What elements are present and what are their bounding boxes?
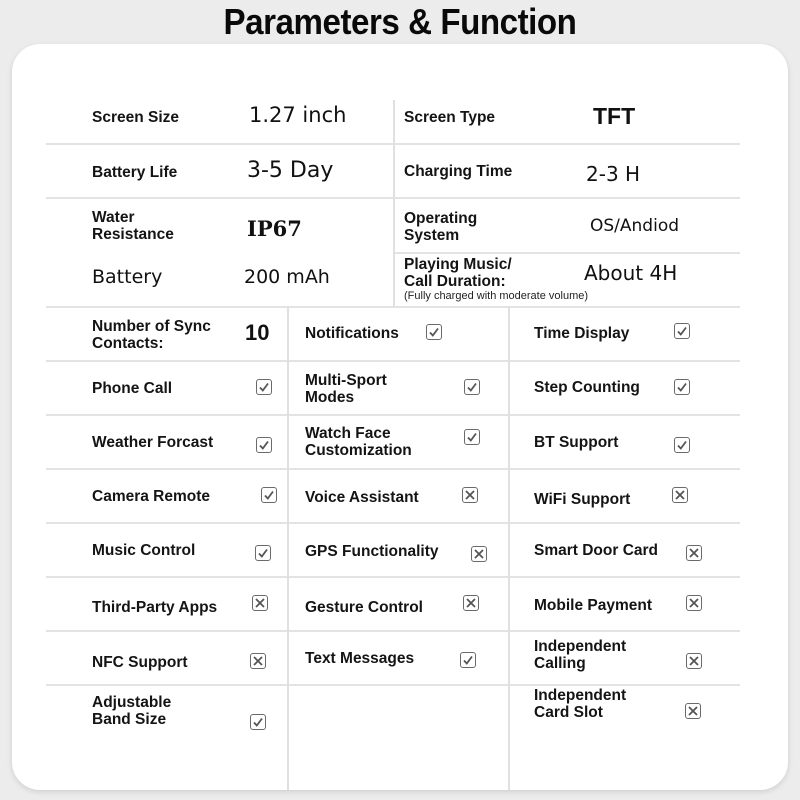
checkbox-checked-icon xyxy=(460,652,476,668)
row-divider xyxy=(46,522,740,524)
sync-contacts-label: Number of Sync Contacts: xyxy=(92,318,211,352)
checkbox-crossed-icon xyxy=(672,487,688,503)
checkbox-checked-icon xyxy=(464,379,480,395)
checkbox-crossed-icon xyxy=(686,545,702,561)
label-line: Calling xyxy=(534,655,586,672)
param-value-water-resistance: IP67 xyxy=(247,216,302,241)
column-divider xyxy=(287,306,289,790)
label-line: Independent xyxy=(534,687,627,704)
row-divider xyxy=(46,414,740,416)
label-line: Resistance xyxy=(92,226,174,243)
param-value-screen-type: TFT xyxy=(593,103,636,129)
checkbox-checked-icon xyxy=(256,437,272,453)
column-divider xyxy=(393,100,395,306)
checkbox-crossed-icon xyxy=(685,703,701,719)
row-divider xyxy=(46,468,740,470)
row-divider xyxy=(46,684,740,686)
label-line: Card Slot xyxy=(534,704,603,721)
param-label-operating-system: Operating System xyxy=(404,210,477,244)
feature-label: Notifications xyxy=(305,325,399,342)
feature-label: Phone Call xyxy=(92,380,173,397)
feature-label: Gesture Control xyxy=(305,599,423,616)
feature-label: Watch Face Customization xyxy=(305,425,412,459)
param-value-charging-time: 2-3 H xyxy=(586,162,641,186)
checkbox-checked-icon xyxy=(674,379,690,395)
param-label-battery: Battery xyxy=(92,266,163,288)
checkbox-checked-icon xyxy=(256,379,272,395)
feature-label: Third-Party Apps xyxy=(92,599,218,616)
row-divider xyxy=(46,630,740,632)
feature-label: Step Counting xyxy=(534,379,640,396)
feature-label: Independent Calling xyxy=(534,638,626,672)
param-value-music-call-duration: About 4H xyxy=(584,261,678,285)
checkbox-crossed-icon xyxy=(250,653,266,669)
feature-label: Adjustable Band Size xyxy=(92,694,171,728)
row-divider xyxy=(394,252,740,254)
label-line: Operating xyxy=(404,210,478,227)
param-value-operating-system: OS/Andiod xyxy=(590,216,680,236)
feature-label: NFC Support xyxy=(92,654,188,671)
label-line: Band Size xyxy=(92,711,167,728)
label-line: System xyxy=(404,227,460,244)
checkbox-crossed-icon xyxy=(686,653,702,669)
label-line: Adjustable xyxy=(92,694,172,711)
checkbox-crossed-icon xyxy=(471,546,487,562)
label-line: Playing Music/ xyxy=(404,256,512,273)
feature-label: Voice Assistant xyxy=(305,489,419,506)
row-divider xyxy=(46,360,740,362)
spec-card: Screen Size 1.27 inch Screen Type TFT Ba… xyxy=(12,44,788,790)
checkbox-crossed-icon xyxy=(462,487,478,503)
checkbox-checked-icon xyxy=(464,429,480,445)
param-label-charging-time: Charging Time xyxy=(404,163,513,180)
checkbox-checked-icon xyxy=(250,714,266,730)
feature-label: Music Control xyxy=(92,542,196,559)
feature-label: Time Display xyxy=(534,325,630,342)
feature-label: BT Support xyxy=(534,434,619,451)
param-value-screen-size: 1.27 inch xyxy=(249,103,347,127)
param-note-music-call: (Fully charged with moderate volume) xyxy=(404,290,589,302)
feature-label: Multi-Sport Modes xyxy=(305,372,387,406)
feature-label: GPS Functionality xyxy=(305,543,439,560)
label-line: Call Duration: xyxy=(404,273,506,290)
param-value-battery-life: 3-5 Day xyxy=(247,158,334,183)
column-divider xyxy=(508,306,510,790)
checkbox-checked-icon xyxy=(674,437,690,453)
feature-label: Camera Remote xyxy=(92,488,211,505)
checkbox-checked-icon xyxy=(426,324,442,340)
label-line: Water xyxy=(92,209,135,226)
checkbox-crossed-icon xyxy=(252,595,268,611)
label-line: Customization xyxy=(305,442,412,459)
feature-label: WiFi Support xyxy=(534,491,631,508)
feature-label: Weather Forcast xyxy=(92,434,214,451)
feature-label: Smart Door Card xyxy=(534,542,659,559)
checkbox-crossed-icon xyxy=(463,595,479,611)
checkbox-crossed-icon xyxy=(686,595,702,611)
param-label-water-resistance: Water Resistance xyxy=(92,209,174,243)
row-divider xyxy=(46,576,740,578)
label-line: Multi-Sport xyxy=(305,372,387,389)
param-label-screen-size: Screen Size xyxy=(92,109,180,126)
label-line: Number of Sync xyxy=(92,318,211,335)
checkbox-checked-icon xyxy=(255,545,271,561)
sync-contacts-value: 10 xyxy=(245,320,270,345)
feature-label: Text Messages xyxy=(305,650,415,667)
label-line: Contacts: xyxy=(92,335,164,352)
param-value-battery: 200 mAh xyxy=(244,266,330,288)
label-line: Modes xyxy=(305,389,355,406)
checkbox-checked-icon xyxy=(674,323,690,339)
param-label-screen-type: Screen Type xyxy=(404,109,496,126)
checkbox-checked-icon xyxy=(261,487,277,503)
label-line: Independent xyxy=(534,638,627,655)
row-divider xyxy=(46,306,740,308)
page-title: Parameters & Function xyxy=(223,1,577,42)
feature-label: Independent Card Slot xyxy=(534,687,626,721)
feature-label: Mobile Payment xyxy=(534,597,652,614)
param-label-music-call-duration: Playing Music/ Call Duration: xyxy=(404,256,512,290)
param-label-battery-life: Battery Life xyxy=(92,164,178,181)
label-line: Watch Face xyxy=(305,425,391,442)
